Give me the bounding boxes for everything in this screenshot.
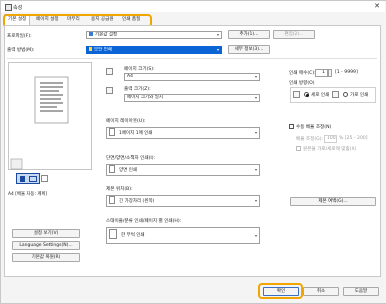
output-method-label: 출력 방법(M):	[7, 48, 35, 53]
preview-caption: A4 [배율 자동: 계획]	[8, 192, 48, 197]
chevron-down-icon: ▾	[254, 95, 257, 100]
profile-value: 기본값 설정	[95, 32, 118, 38]
preview-page-image	[10, 76, 69, 170]
edit-profile-button[interactable]: 편집(2)...	[273, 30, 315, 39]
scale-input[interactable]: 100	[324, 135, 337, 143]
preview-mode-toggle[interactable]	[16, 173, 40, 184]
landscape-label: 가로 인쇄	[350, 93, 369, 98]
chevron-down-icon: ▾	[254, 130, 257, 135]
chevron-down-icon: ▾	[254, 198, 257, 203]
output-size-label: 출력 크기(Z):	[124, 87, 151, 92]
scale-range: % [25 - 200]	[339, 136, 368, 141]
add-profile-button[interactable]: 추가(1)...	[228, 30, 270, 39]
manual-scaling-label: 수동 배율 조정(N)	[296, 125, 332, 130]
chevron-down-icon: ▾	[254, 167, 257, 172]
binding-value: 긴 가장자리 (왼쪽)	[119, 199, 155, 204]
landscape-radio[interactable]	[343, 92, 348, 97]
output-details-button[interactable]: 세부 정보(3)...	[228, 45, 270, 54]
preview-page-icon	[20, 176, 25, 182]
duplex-label: 단면/양면/소책자 인쇄(I):	[106, 156, 156, 161]
duplex-select[interactable]: 양면 인쇄 ▾	[106, 164, 260, 176]
chevron-down-icon: ▾	[254, 233, 257, 238]
collate-icon	[109, 229, 117, 239]
view-settings-button[interactable]: 설정 보기(V)	[12, 229, 80, 238]
divider	[7, 58, 377, 59]
binding-margin-button[interactable]: 제본 여백(G)...	[290, 197, 376, 206]
page-size-select[interactable]: A4 ▾	[124, 73, 260, 81]
portrait-label: 세로 인쇄	[311, 93, 330, 98]
output-method-select[interactable]: 보안 인쇄 ▾	[86, 46, 222, 54]
fit-checkbox[interactable]	[296, 146, 301, 151]
scale-label: 배율 조정(G):	[296, 137, 324, 142]
page-size-icon	[106, 68, 113, 75]
landscape-icon	[332, 91, 339, 98]
copies-range: [1 - 9999]	[335, 70, 358, 75]
output-size-value: 페이지 크기와 일치	[127, 95, 163, 100]
chevron-down-icon: ▾	[216, 32, 219, 37]
page-size-value: A4	[127, 74, 133, 79]
cancel-button[interactable]: 취소	[303, 287, 339, 296]
output-size-select[interactable]: 페이지 크기와 일치 ▾	[124, 94, 260, 102]
ok-highlight	[258, 283, 303, 299]
window-title: 속성	[13, 5, 23, 11]
close-icon[interactable]: ✕	[374, 3, 380, 10]
preview-settings-icon	[29, 176, 37, 182]
staple-label: 스태이플/분류 인쇄/페이지 별 인쇄(H):	[106, 219, 182, 224]
scale-value: 100	[327, 136, 336, 141]
help-button[interactable]: 도움말	[343, 287, 379, 296]
duplex-icon	[109, 165, 115, 173]
chevron-down-icon: ▾	[254, 74, 257, 79]
staple-select[interactable]: 한 부씩 인쇄 ▾	[106, 227, 260, 244]
binding-select[interactable]: 긴 가장자리 (왼쪽) ▾	[106, 195, 260, 207]
fit-label: 원본을 가로/세로에 맞춤(X)	[303, 147, 357, 152]
binding-icon	[109, 196, 115, 204]
output-size-icon	[106, 87, 113, 94]
staple-value: 한 부씩 인쇄	[121, 233, 145, 238]
copies-value: 1	[322, 70, 325, 75]
portrait-icon	[293, 91, 300, 98]
copies-input[interactable]: 1	[315, 69, 328, 77]
layout-icon	[109, 128, 115, 136]
title-bar: 속성 ✕	[1, 1, 385, 12]
orientation-label: 인쇄 방향(O)	[289, 81, 315, 86]
profile-select[interactable]: 기본값 설정 ▾	[86, 31, 222, 39]
binding-label: 제본 위치(B):	[106, 187, 133, 192]
copies-label: 인쇄 매수(C):	[289, 71, 316, 76]
duplex-value: 양면 인쇄	[119, 168, 137, 173]
chevron-down-icon: ▾	[216, 47, 219, 52]
output-method-value: 보안 인쇄	[94, 47, 112, 53]
page-layout-select[interactable]: 1페이지 1매 인쇄 ▾	[106, 127, 260, 139]
page-layout-value: 1페이지 1매 인쇄	[119, 131, 153, 136]
page-layout-label: 페이지 레이아웃(U):	[106, 119, 146, 124]
lock-icon	[89, 47, 92, 51]
portrait-radio[interactable]	[304, 92, 309, 97]
language-settings-button[interactable]: Language Settings(N)...	[12, 241, 80, 250]
profile-label: 프로파일(F):	[7, 34, 32, 39]
copies-spinner[interactable]	[328, 69, 332, 77]
restore-defaults-button[interactable]: 기본값 복원(R)	[12, 253, 80, 262]
preview-view-icon[interactable]	[41, 175, 48, 182]
profile-icon	[89, 32, 93, 36]
page-size-label: 페이지 크기(S):	[124, 67, 155, 72]
page-preview	[8, 62, 92, 170]
printer-app-icon	[5, 4, 12, 11]
manual-scaling-checkbox[interactable]	[289, 124, 294, 129]
